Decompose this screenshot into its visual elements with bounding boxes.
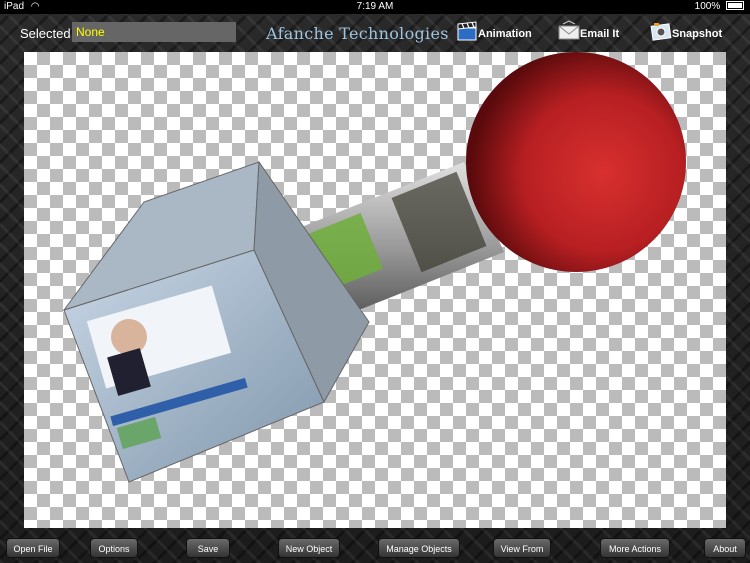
envelope-icon: [558, 20, 580, 40]
battery-icon: [726, 1, 744, 10]
email-it-label: Email It: [580, 28, 620, 40]
camera-icon: [650, 23, 672, 41]
snapshot-label: Snapshot: [672, 28, 723, 40]
options-button[interactable]: Options: [90, 538, 138, 558]
about-button[interactable]: About: [704, 538, 746, 558]
3d-viewport[interactable]: [24, 52, 726, 528]
bottom-toolbar: Open File Options Save New Object Manage…: [0, 530, 750, 563]
animation-button[interactable]: Animation: [456, 20, 536, 46]
view-from-button[interactable]: View From: [493, 538, 551, 558]
red-sphere[interactable]: [466, 52, 686, 272]
save-button[interactable]: Save: [186, 538, 230, 558]
selected-label: Selected: [20, 26, 71, 41]
battery-percent: 100%: [694, 1, 721, 12]
email-it-button[interactable]: Email It: [558, 20, 628, 46]
scene-render: [62, 52, 686, 483]
manage-objects-button[interactable]: Manage Objects: [378, 538, 460, 558]
status-bar: iPad ◠ 7:19 AM 100%: [0, 0, 750, 14]
textured-cube[interactable]: [62, 160, 370, 483]
app-title: Afanche Technologies: [266, 24, 449, 43]
clock: 7:19 AM: [356, 1, 394, 12]
selected-object-field[interactable]: None: [72, 22, 236, 42]
new-object-button[interactable]: New Object: [278, 538, 340, 558]
open-file-button[interactable]: Open File: [6, 538, 60, 558]
snapshot-button[interactable]: Snapshot: [650, 20, 730, 46]
top-toolbar: Selected None Afanche Technologies Anima…: [0, 14, 750, 52]
animation-label: Animation: [478, 28, 532, 40]
clapperboard-icon: [457, 21, 477, 41]
more-actions-button[interactable]: More Actions: [600, 538, 670, 558]
